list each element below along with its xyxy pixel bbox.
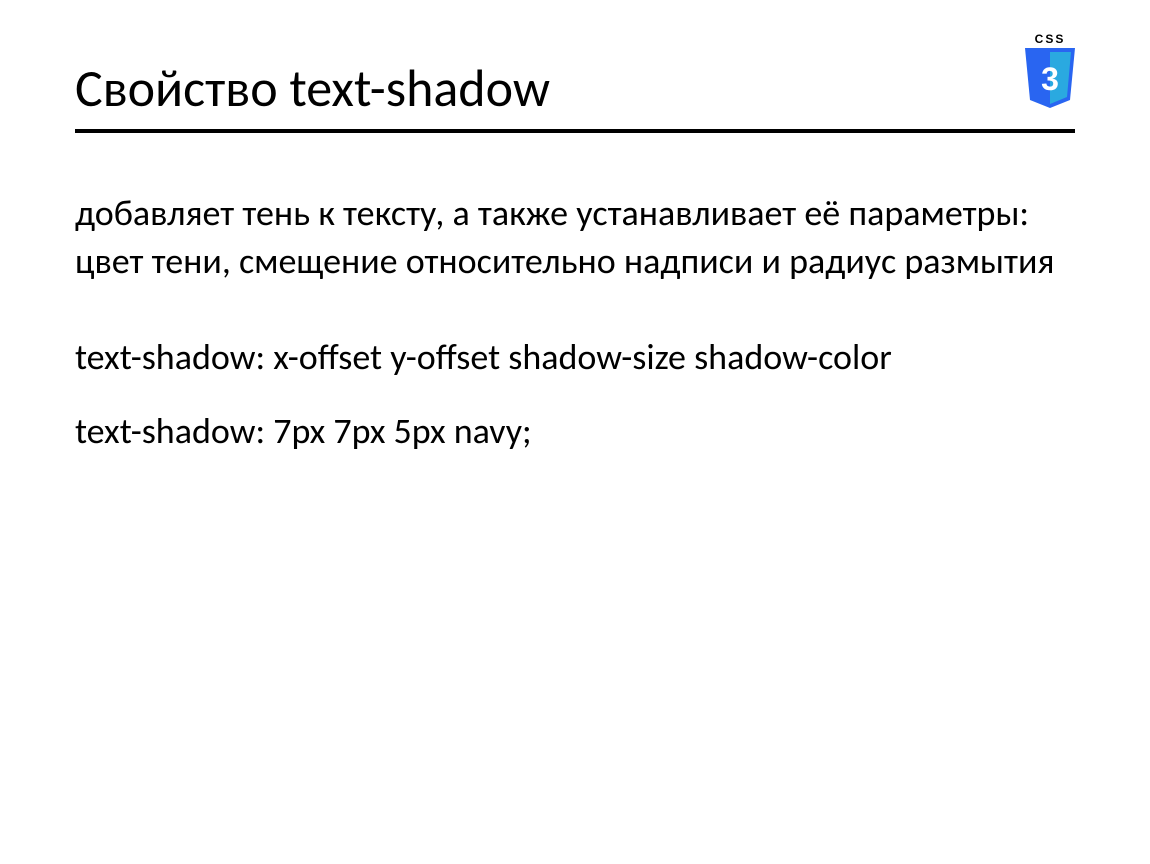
slide-body: добавляет тень к тексту, а также устанав… bbox=[75, 190, 1075, 482]
slide: CSS 3 Свойство text-shadow добавляет тен… bbox=[0, 0, 1150, 864]
slide-header: Свойство text-shadow bbox=[75, 60, 1075, 133]
syntax-text: text-shadow: x-offset y-offset shadow-si… bbox=[75, 334, 1075, 382]
description-text: добавляет тень к тексту, а также устанав… bbox=[75, 190, 1075, 286]
css3-logo-label: CSS bbox=[1022, 32, 1078, 46]
example-text: text-shadow: 7px 7px 5px navy; bbox=[75, 408, 1075, 456]
slide-title: Свойство text-shadow bbox=[75, 60, 1075, 133]
